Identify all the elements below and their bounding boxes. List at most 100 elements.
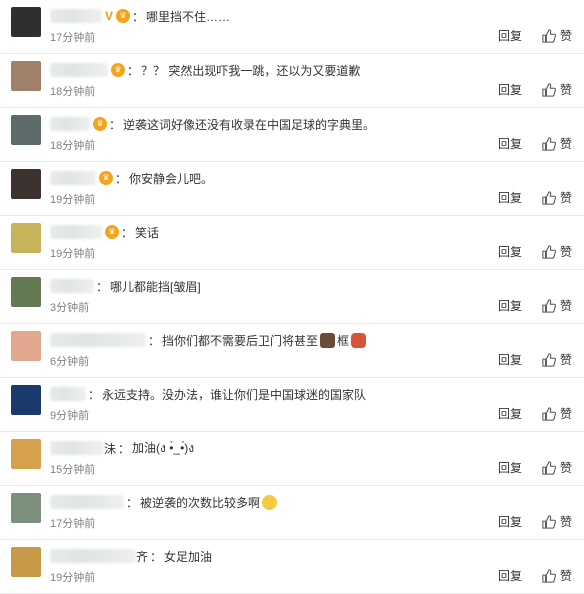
- reply-button[interactable]: 回复: [498, 513, 522, 530]
- thumbs-up-icon: [542, 190, 556, 205]
- username-blurred[interactable]: [50, 549, 136, 563]
- emoji-icon: [351, 332, 367, 348]
- username-blurred[interactable]: [50, 171, 96, 185]
- comment-item: V ♛ ： 哪里挡不住…… 17分钟前 回复 赞: [0, 0, 584, 54]
- comment-text-tail: 框: [337, 333, 350, 348]
- thumbs-up-icon: [542, 352, 556, 367]
- comment-time: 19分钟前: [50, 572, 96, 584]
- comment-item: 沬 ： 加油(ง •̀_•́)ง 15分钟前 回复 赞: [0, 432, 584, 486]
- comment-actions: 回复 赞: [498, 567, 572, 584]
- like-button[interactable]: 赞: [542, 297, 572, 314]
- username-blurred[interactable]: [50, 117, 90, 131]
- comment-actions: 回复 赞: [498, 243, 572, 260]
- like-label: 赞: [559, 353, 572, 367]
- comment-line: V ♛ ： 哪里挡不住……: [50, 6, 484, 26]
- like-label: 赞: [559, 83, 572, 97]
- username-blurred[interactable]: [50, 63, 108, 77]
- reply-button[interactable]: 回复: [498, 459, 522, 476]
- like-label: 赞: [559, 191, 572, 205]
- comment-actions: 回复 赞: [498, 513, 572, 530]
- reply-button[interactable]: 回复: [498, 189, 522, 206]
- comment-line: ： 被逆袭的次数比较多啊: [50, 492, 484, 512]
- thumbs-up-icon: [542, 28, 556, 43]
- reply-button[interactable]: 回复: [498, 567, 522, 584]
- comment-actions: 回复 赞: [498, 297, 572, 314]
- avatar[interactable]: [11, 439, 41, 469]
- comment-list: V ♛ ： 哪里挡不住…… 17分钟前 回复 赞 ♛ ： ？？ 突然出现吓我一跳: [0, 0, 584, 594]
- comment-item: 齐 ： 女足加油 19分钟前 回复 赞: [0, 540, 584, 594]
- reply-button[interactable]: 回复: [498, 81, 522, 98]
- like-button[interactable]: 赞: [542, 243, 572, 260]
- verified-v-icon: V: [105, 9, 114, 23]
- comment-actions: 回复 赞: [498, 81, 572, 98]
- comment-line: ♛ ： 笑话: [50, 222, 484, 242]
- comment-actions: 回复 赞: [498, 135, 572, 152]
- like-button[interactable]: 赞: [542, 189, 572, 206]
- vip-crown-icon: ♛: [111, 63, 125, 77]
- comment-line: 齐 ： 女足加油: [50, 546, 484, 566]
- like-label: 赞: [559, 137, 572, 151]
- avatar[interactable]: [11, 7, 41, 37]
- like-button[interactable]: 赞: [542, 351, 572, 368]
- comment-time: 18分钟前: [50, 140, 96, 152]
- like-button[interactable]: 赞: [542, 405, 572, 422]
- like-button[interactable]: 赞: [542, 567, 572, 584]
- vip-crown-icon: ♛: [116, 9, 131, 23]
- username-blurred[interactable]: [50, 387, 86, 401]
- comment-line: ♛ ： 逆袭这词好像还没有收录在中国足球的字典里。: [50, 114, 484, 134]
- comment-item: ♛ ： 笑话 19分钟前 回复 赞: [0, 216, 584, 270]
- comment-text: 哪里挡不住……: [146, 9, 231, 24]
- avatar[interactable]: [11, 223, 41, 253]
- comment-text: 女足加油: [164, 549, 213, 564]
- avatar[interactable]: [11, 61, 41, 91]
- comment-text: 加油(ง •̀_•́)ง: [132, 440, 195, 455]
- comment-time: 15分钟前: [50, 464, 96, 476]
- thumbs-up-icon: [542, 136, 556, 151]
- comment-line: ♛ ： ？？ 突然出现吓我一跳，还以为又要道歉: [50, 60, 484, 80]
- avatar[interactable]: [11, 547, 41, 577]
- avatar[interactable]: [11, 331, 41, 361]
- comment-text: 挡你们都不需要后卫门将甚至: [162, 333, 319, 348]
- comment-text: 被逆袭的次数比较多啊: [140, 495, 261, 510]
- comment-actions: 回复 赞: [498, 405, 572, 422]
- reply-button[interactable]: 回复: [498, 405, 522, 422]
- like-label: 赞: [559, 407, 572, 421]
- avatar[interactable]: [11, 115, 41, 145]
- like-label: 赞: [559, 461, 572, 475]
- avatar[interactable]: [11, 385, 41, 415]
- username-blurred[interactable]: [50, 225, 102, 239]
- comment-time: 19分钟前: [50, 194, 96, 206]
- username-blurred[interactable]: [50, 333, 146, 347]
- thumbs-up-icon: [542, 514, 556, 529]
- comment-item: ： 挡你们都不需要后卫门将甚至 框 6分钟前 回复 赞: [0, 324, 584, 378]
- comment-text: ？？ 突然出现吓我一跳，还以为又要道歉: [141, 63, 361, 78]
- comment-actions: 回复 赞: [498, 351, 572, 368]
- comment-text: 你安静会儿吧。: [129, 171, 214, 186]
- thumbs-up-icon: [542, 298, 556, 313]
- comment-time: 9分钟前: [50, 410, 90, 422]
- reply-button[interactable]: 回复: [498, 135, 522, 152]
- like-button[interactable]: 赞: [542, 27, 572, 44]
- avatar[interactable]: [11, 169, 41, 199]
- comment-actions: 回复 赞: [498, 189, 572, 206]
- like-button[interactable]: 赞: [542, 459, 572, 476]
- comment-time: 6分钟前: [50, 356, 90, 368]
- avatar[interactable]: [11, 493, 41, 523]
- reply-button[interactable]: 回复: [498, 27, 522, 44]
- username-blurred[interactable]: [50, 495, 124, 509]
- username-blurred[interactable]: [50, 441, 104, 455]
- reply-button[interactable]: 回复: [498, 351, 522, 368]
- comment-text: 永远支持。没办法，谁让你们是中国球迷的国家队: [102, 387, 367, 402]
- avatar[interactable]: [11, 277, 41, 307]
- username-blurred[interactable]: [50, 279, 94, 293]
- reply-button[interactable]: 回复: [498, 243, 522, 260]
- like-button[interactable]: 赞: [542, 513, 572, 530]
- comment-item: ： 被逆袭的次数比较多啊 17分钟前 回复 赞: [0, 486, 584, 540]
- username-blurred[interactable]: [50, 9, 102, 23]
- like-button[interactable]: 赞: [542, 135, 572, 152]
- comment-item: ： 哪儿都能挡[皱眉] 3分钟前 回复 赞: [0, 270, 584, 324]
- comment-item: ♛ ： 你安静会儿吧。 19分钟前 回复 赞: [0, 162, 584, 216]
- reply-button[interactable]: 回复: [498, 297, 522, 314]
- like-button[interactable]: 赞: [542, 81, 572, 98]
- thumbs-up-icon: [542, 82, 556, 97]
